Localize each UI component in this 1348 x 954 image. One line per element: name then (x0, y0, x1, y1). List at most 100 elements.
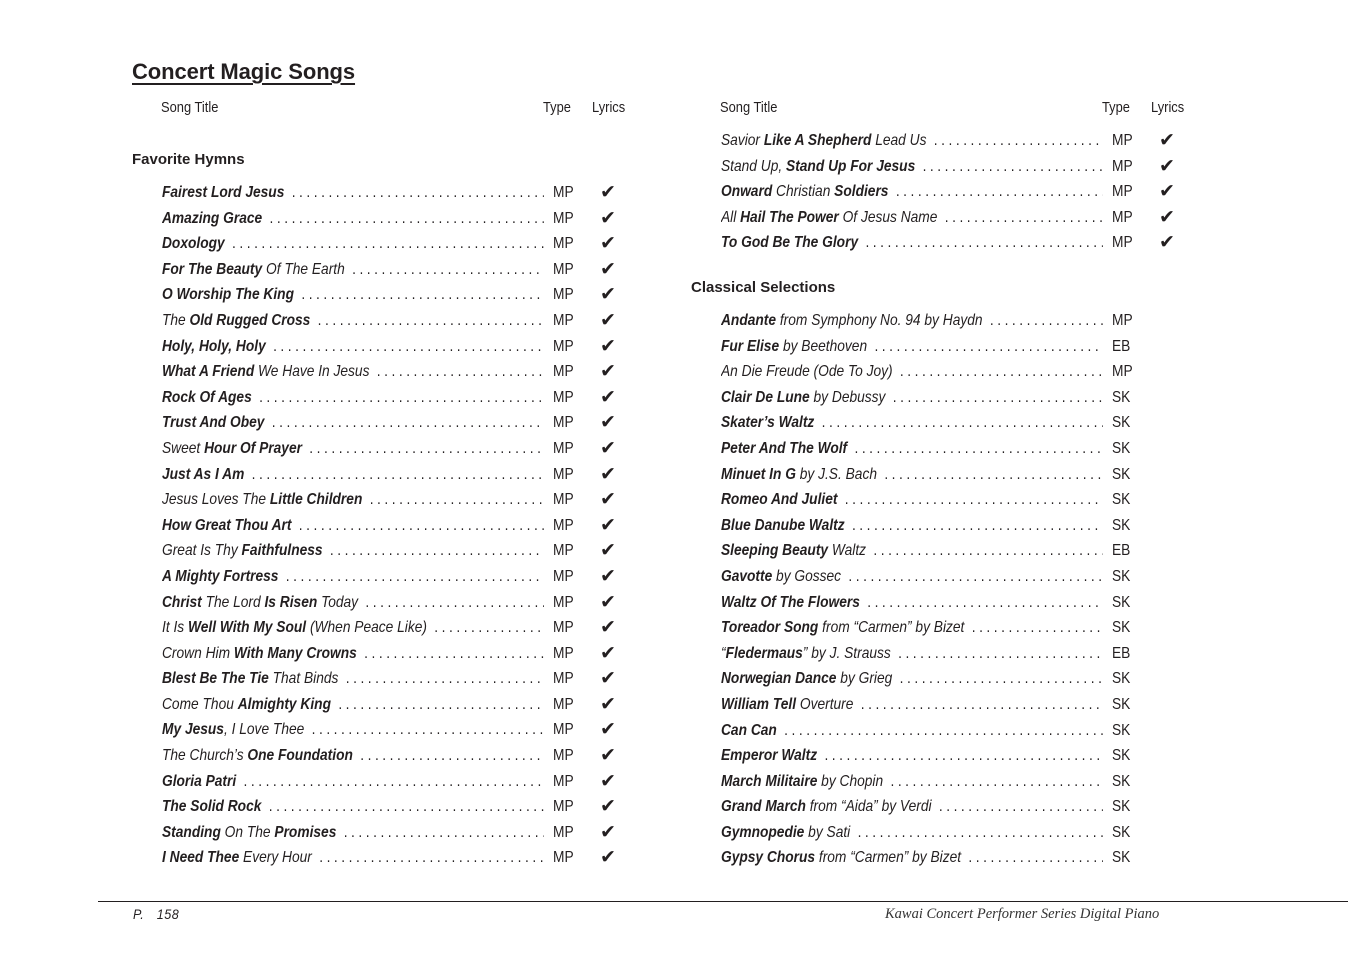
song-row: Norwegian Dance by Grieg ...............… (721, 669, 1221, 695)
song-title-plain-part: Waltz (828, 542, 867, 560)
lyrics-checkmark-icon: ✔ (600, 539, 616, 562)
song-title-bold-part: My Jesus (162, 721, 224, 739)
page-prefix: P. (133, 906, 145, 922)
song-title-plain-part: An Die Freude (Ode To Joy) (721, 363, 893, 381)
lyrics-checkmark-icon: ✔ (600, 206, 616, 229)
dot-leader: ........................................… (989, 312, 1103, 329)
dot-leader: ........................................… (364, 644, 544, 662)
song-type: SK (1112, 388, 1131, 406)
song-type: MP (553, 465, 574, 483)
lyrics-checkmark-icon: ✔ (1159, 180, 1175, 203)
song-type: MP (553, 235, 574, 253)
song-type: MP (553, 491, 574, 509)
song-title-bold-part: Holy, Holy, Holy (162, 337, 266, 355)
song-type: MP (553, 798, 574, 816)
song-title-plain-part: Savior (721, 132, 764, 149)
song-title: Come Thou Almighty King ................… (162, 695, 544, 721)
song-row: “Fledermaus” by J. Strauss .............… (721, 644, 1221, 670)
song-title-plain-part: Every Hour (239, 849, 312, 867)
song-title: Clair De Lune by Debussy ...............… (721, 388, 1103, 414)
song-title-plain-part: from Symphony No. 94 by Haydn (776, 312, 983, 329)
lyrics-checkmark-icon: ✔ (600, 692, 616, 715)
dot-leader: ........................................… (345, 670, 544, 688)
song-row: Rock Of Ages ...........................… (162, 385, 662, 414)
song-title-bold-part: Gymnopedie (721, 823, 805, 841)
song-title: Just As I Am ...........................… (162, 465, 544, 491)
song-title-bold-part: One Foundation (247, 747, 353, 765)
song-row: Blue Danube Waltz ......................… (721, 516, 1221, 542)
song-title: Skater’s Waltz .........................… (721, 413, 1103, 439)
song-title: Fairest Lord Jesus .....................… (162, 183, 544, 209)
song-title-plain-part: On The (220, 823, 275, 841)
song-title-bold-part: Gypsy Chorus (721, 849, 816, 867)
song-title-bold-part: Hail The Power (740, 208, 839, 226)
lyrics-checkmark-icon: ✔ (600, 283, 616, 306)
song-row: Fur Elise by Beethoven .................… (721, 337, 1221, 363)
song-type: MP (553, 747, 574, 765)
song-row: How Great Thou Art .....................… (162, 515, 662, 542)
song-title-plain-part: Jesus Loves The (162, 491, 270, 509)
song-row: O Worship The King .....................… (162, 283, 662, 311)
dot-leader: ........................................… (301, 286, 544, 304)
song-title: Rock Of Ages ...........................… (162, 388, 544, 414)
song-title: To God Be The Glory ....................… (721, 233, 1103, 259)
song-row: My Jesus, I Love Thee ..................… (162, 719, 662, 746)
song-type: SK (1112, 567, 1131, 585)
song-title-plain-part: Christian (772, 183, 835, 201)
song-type: SK (1112, 619, 1131, 637)
dot-leader: ........................................… (890, 772, 1102, 790)
song-row: Great Is Thy Faithfulness ..............… (162, 539, 662, 567)
song-title: How Great Thou Art .....................… (162, 516, 544, 542)
song-title-plain-part: by Beethoven (779, 337, 868, 355)
song-title-bold-part: Promises (274, 823, 337, 841)
song-title-plain-part: by Debussy (809, 388, 886, 406)
song-type: MP (1112, 234, 1133, 252)
dot-leader: ........................................… (821, 414, 1103, 432)
song-type: SK (1112, 414, 1131, 432)
song-title: O Worship The King .....................… (162, 285, 544, 311)
song-title: Great Is Thy Faithfulness ..............… (162, 541, 544, 567)
song-row: Onward Christian Soldiers ..............… (721, 180, 1221, 208)
song-title-bold-part: Fledermaus (725, 644, 803, 662)
song-type: MP (553, 260, 574, 278)
song-type: MP (553, 772, 574, 790)
song-title-bold-part: To God Be The Glory (721, 234, 859, 252)
song-title: All Hail The Power Of Jesus Name .......… (721, 208, 1103, 234)
song-title-plain-part: (When Peace Like) (306, 619, 427, 637)
song-type: MP (553, 209, 574, 227)
song-row: A Mighty Fortress ......................… (162, 566, 662, 593)
song-title: An Die Freude (Ode To Joy) .............… (721, 362, 1103, 388)
dot-leader: ........................................… (884, 465, 1103, 483)
dot-leader: ........................................… (352, 260, 544, 278)
dot-leader: ........................................… (365, 593, 543, 611)
song-title-bold-part: What A Friend (162, 363, 255, 381)
song-title-plain-part: Of The Earth (262, 260, 345, 278)
lyrics-checkmark-icon: ✔ (600, 308, 616, 331)
dot-leader: ........................................… (857, 823, 1103, 841)
song-title-bold-part: Onward (721, 183, 773, 201)
song-title: Emperor Waltz ..........................… (721, 746, 1103, 772)
lyrics-checkmark-icon: ✔ (600, 641, 616, 664)
dot-leader: ........................................… (968, 849, 1102, 867)
lyrics-checkmark-icon: ✔ (600, 385, 616, 408)
song-title-bold-part: Little Children (269, 491, 363, 509)
song-row: The Old Rugged Cross ...................… (162, 308, 662, 337)
song-title-bold-part: The Solid Rock (162, 798, 262, 816)
song-title: I Need Thee Every Hour .................… (162, 848, 544, 874)
song-row: Crown Him With Many Crowns .............… (162, 641, 662, 670)
song-title-plain-part: All (721, 208, 741, 226)
song-row: Blest Be The Tie That Binds ............… (162, 668, 662, 695)
song-type: MP (553, 567, 574, 585)
song-type: MP (1112, 208, 1133, 226)
song-title-bold-part: I Need Thee (162, 849, 240, 867)
song-title-bold-part: Christ (162, 593, 202, 611)
song-title: Gymnopedie by Sati .....................… (721, 823, 1103, 849)
song-type: MP (553, 414, 574, 432)
song-type: MP (553, 721, 574, 739)
song-title-plain-part: by Gossec (772, 567, 842, 585)
column-header-lyrics: Lyrics (1151, 99, 1185, 116)
song-type: SK (1112, 695, 1131, 713)
section-title-favorite-hymns: Favorite Hymns (132, 151, 245, 168)
song-row: Christ The Lord Is Risen Today .........… (162, 592, 662, 619)
song-title-bold-part: Trust And Obey (162, 414, 265, 432)
